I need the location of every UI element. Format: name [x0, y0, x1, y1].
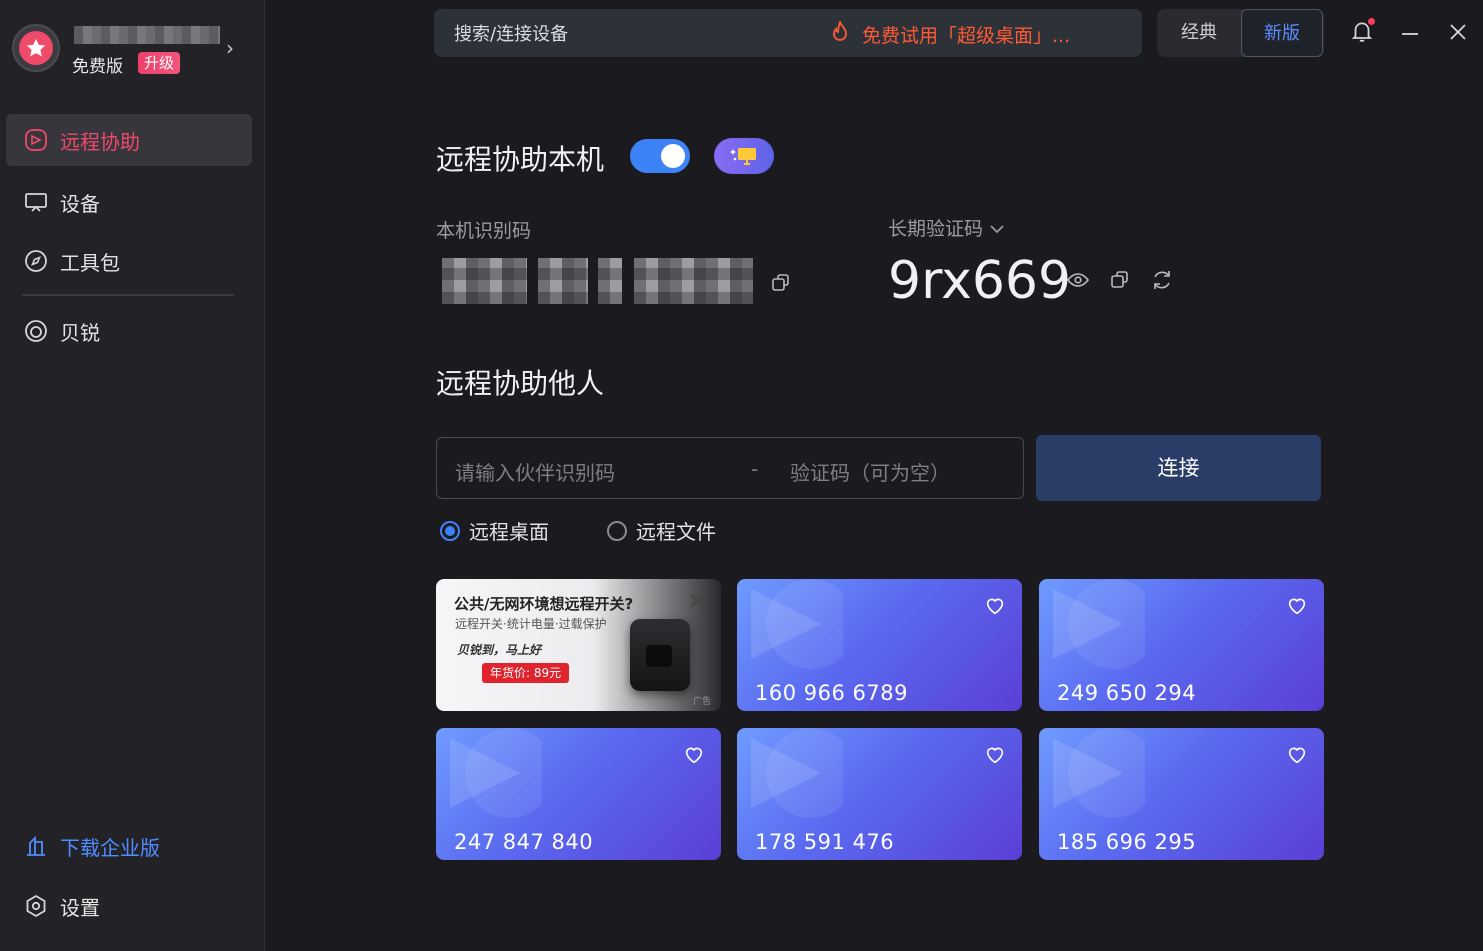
radio-remote-desktop[interactable]: 远程桌面	[440, 516, 549, 545]
device-card[interactable]: 160 966 6789	[737, 579, 1022, 711]
copy-code-icon[interactable]	[1110, 270, 1130, 290]
card-watermark-icon	[751, 579, 843, 669]
ad-tag: 广告	[692, 697, 711, 707]
minimize-icon[interactable]	[1398, 22, 1422, 46]
radio-label: 远程文件	[636, 520, 716, 544]
favorite-heart-icon[interactable]	[984, 744, 1006, 766]
partner-id-field[interactable]: 请输入伙伴识别码	[455, 457, 615, 486]
sidebar-item-remote-assist[interactable]: 远程协助	[6, 114, 252, 166]
refresh-icon[interactable]	[1150, 268, 1174, 292]
ad-banner[interactable]: 公共/无网环境想远程开关? 远程开关·统计电量·过载保护 贝锐到，马上好 年货价…	[436, 579, 721, 711]
new-version-tab[interactable]: 新版	[1241, 9, 1323, 57]
radio-indicator	[440, 520, 460, 541]
ad-close-icon[interactable]	[689, 593, 705, 609]
smart-plug-image	[630, 619, 690, 691]
fire-icon	[830, 18, 850, 48]
plan-label: 免费版	[72, 57, 123, 77]
compass-icon	[22, 249, 50, 273]
app-logo	[12, 24, 60, 72]
radio-indicator	[607, 520, 627, 541]
download-enterprise-link[interactable]: 下载企业版	[6, 824, 252, 868]
eye-icon[interactable]	[1066, 268, 1090, 292]
device-number: 247 847 840	[454, 830, 594, 854]
settings-icon	[22, 894, 50, 918]
account-name-masked	[74, 26, 220, 44]
sidebar-item-toolkit[interactable]: 工具包	[6, 235, 252, 287]
device-number: 160 966 6789	[755, 681, 908, 705]
upgrade-badge[interactable]: 升级	[138, 52, 181, 74]
favorite-heart-icon[interactable]	[984, 595, 1006, 617]
device-number: 185 696 295	[1057, 830, 1197, 854]
partner-connect-input[interactable]: 请输入伙伴识别码 - 验证码（可为空）	[436, 437, 1024, 499]
assist-others-title: 远程协助他人	[436, 367, 605, 400]
sidebar-item-label: 远程协助	[60, 129, 140, 154]
sidebar-divider	[22, 294, 234, 296]
sidebar-item-devices[interactable]: 设备	[6, 176, 252, 228]
copy-icon[interactable]	[771, 273, 791, 293]
sidebar: 免费版 升级 › 远程协助 设备 工具包 贝锐 下载企业版 设置	[0, 0, 265, 951]
ad-title: 公共/无网环境想远程开关?	[454, 595, 634, 613]
device-card[interactable]: 178 591 476	[737, 728, 1022, 860]
favorite-heart-icon[interactable]	[1286, 744, 1308, 766]
chevron-down-icon	[989, 218, 1005, 240]
input-separator: -	[751, 457, 759, 481]
account-panel[interactable]: 免费版 升级 ›	[12, 22, 252, 82]
radio-remote-file[interactable]: 远程文件	[607, 516, 716, 545]
brand-icon	[22, 319, 50, 343]
classic-version-tab[interactable]: 经典	[1157, 9, 1241, 57]
device-card[interactable]: 185 696 295	[1039, 728, 1324, 860]
sidebar-item-label: 贝锐	[60, 320, 100, 345]
sidebar-item-label: 工具包	[60, 250, 120, 275]
device-id-label: 本机识别码	[436, 220, 532, 242]
settings-link[interactable]: 设置	[6, 884, 252, 928]
assist-self-title: 远程协助本机	[436, 143, 605, 176]
device-id-masked	[442, 258, 753, 304]
remote-assist-icon	[22, 128, 50, 152]
sidebar-item-beirui[interactable]: 贝锐	[6, 305, 252, 357]
notification-dot	[1368, 18, 1375, 25]
settings-label: 设置	[60, 895, 100, 920]
ai-desktop-button[interactable]	[714, 138, 774, 174]
ad-price: 年货价: 89元	[482, 663, 570, 683]
bell-icon[interactable]	[1349, 18, 1377, 46]
building-icon	[22, 834, 50, 858]
download-enterprise-label: 下载企业版	[60, 835, 160, 860]
close-icon[interactable]	[1446, 20, 1470, 44]
card-watermark-icon	[1053, 579, 1145, 669]
promo-text: 免费试用「超级桌面」...	[862, 25, 1071, 47]
ad-subtitle: 远程开关·统计电量·过载保护	[455, 617, 607, 631]
device-card[interactable]: 249 650 294	[1039, 579, 1324, 711]
chevron-right-icon[interactable]: ›	[226, 36, 234, 60]
card-watermark-icon	[1053, 728, 1145, 818]
connect-button[interactable]: 连接	[1036, 435, 1321, 501]
assist-self-toggle[interactable]	[630, 139, 690, 173]
ad-slogan: 贝锐到，马上好	[457, 643, 542, 657]
device-card[interactable]: 247 847 840	[436, 728, 721, 860]
search-bar[interactable]: 搜索/连接设备 免费试用「超级桌面」...	[434, 9, 1142, 57]
card-watermark-icon	[450, 728, 542, 818]
radio-label: 远程桌面	[469, 520, 549, 544]
sidebar-item-label: 设备	[60, 191, 100, 216]
device-number: 178 591 476	[755, 830, 895, 854]
search-placeholder: 搜索/连接设备	[454, 24, 569, 45]
card-watermark-icon	[751, 728, 843, 818]
favorite-heart-icon[interactable]	[683, 744, 705, 766]
monitor-icon	[22, 190, 50, 214]
favorite-heart-icon[interactable]	[1286, 595, 1308, 617]
promo-link[interactable]: 免费试用「超级桌面」...	[830, 18, 1071, 48]
verify-code-label[interactable]: 长期验证码	[888, 214, 1005, 241]
verify-code-field[interactable]: 验证码（可为空）	[790, 457, 950, 486]
version-switch: 经典 新版	[1157, 9, 1324, 57]
verify-code-value: 9rx669	[888, 251, 1072, 311]
device-number: 249 650 294	[1057, 681, 1197, 705]
